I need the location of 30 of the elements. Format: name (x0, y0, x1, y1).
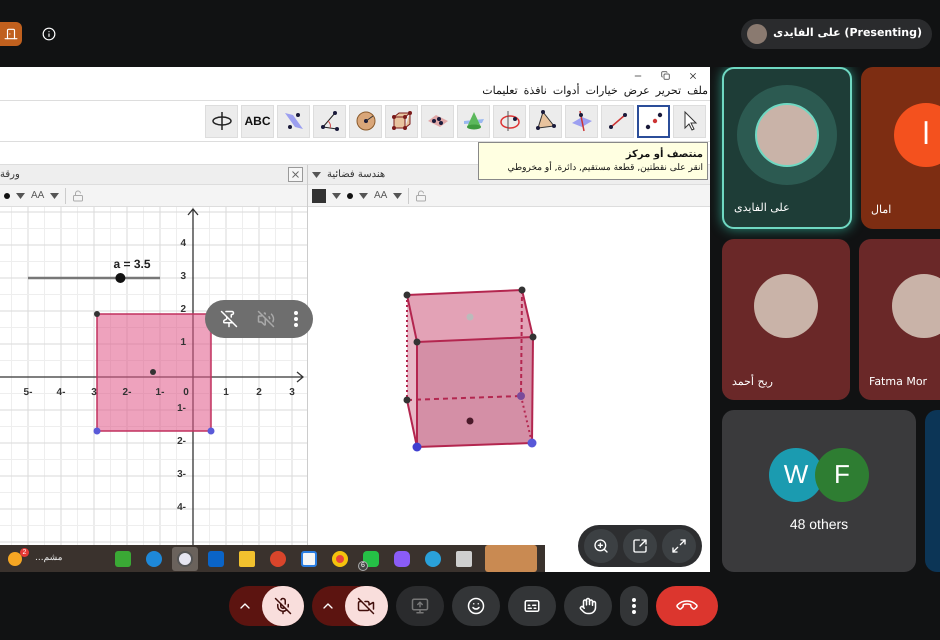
avatar-letter: ا (894, 102, 940, 167)
participant-name: Fatma Mor (868, 374, 928, 390)
tick-label: 4 (180, 238, 186, 249)
avatar-letter: F (815, 448, 869, 502)
tick-label: 5- (24, 387, 32, 398)
participant-name: على الفايدى (733, 200, 791, 216)
tick-label: 3 (289, 387, 295, 398)
participant-name: امال (870, 202, 892, 218)
tooltip-title: منتصف أو مركز (626, 146, 703, 162)
tick-label: 2 (256, 387, 262, 398)
panel-title: ورقة (0, 168, 20, 182)
slider-label: a = 3.5 (113, 257, 151, 271)
tick-label: 3- (177, 469, 186, 480)
tick-label: 4- (177, 502, 186, 513)
tick-label: 1 (180, 337, 186, 348)
participant-name: ربح أحمد (731, 374, 774, 390)
panel-title: هندسة فضائية (327, 168, 386, 182)
tick-label: 1- (156, 387, 164, 398)
tick-label: 2- (122, 387, 132, 398)
tooltip-text: انقر على نقطتين, قطعة مستقيم, دائرة, أو مخروطي (507, 162, 703, 175)
presenter-label: على الفايدى (Presenting) (773, 25, 922, 42)
tick-label: 3 (180, 271, 186, 282)
others-count: 48 others (790, 514, 848, 534)
tick-label: 1- (177, 403, 186, 414)
tick-label: 4- (56, 387, 66, 398)
tick-label: 0 (183, 387, 189, 398)
tick-label: 2 (180, 304, 186, 315)
tick-label: 3 (91, 387, 97, 398)
tick-label: 2- (177, 436, 186, 447)
tick-label: 1 (223, 387, 229, 398)
